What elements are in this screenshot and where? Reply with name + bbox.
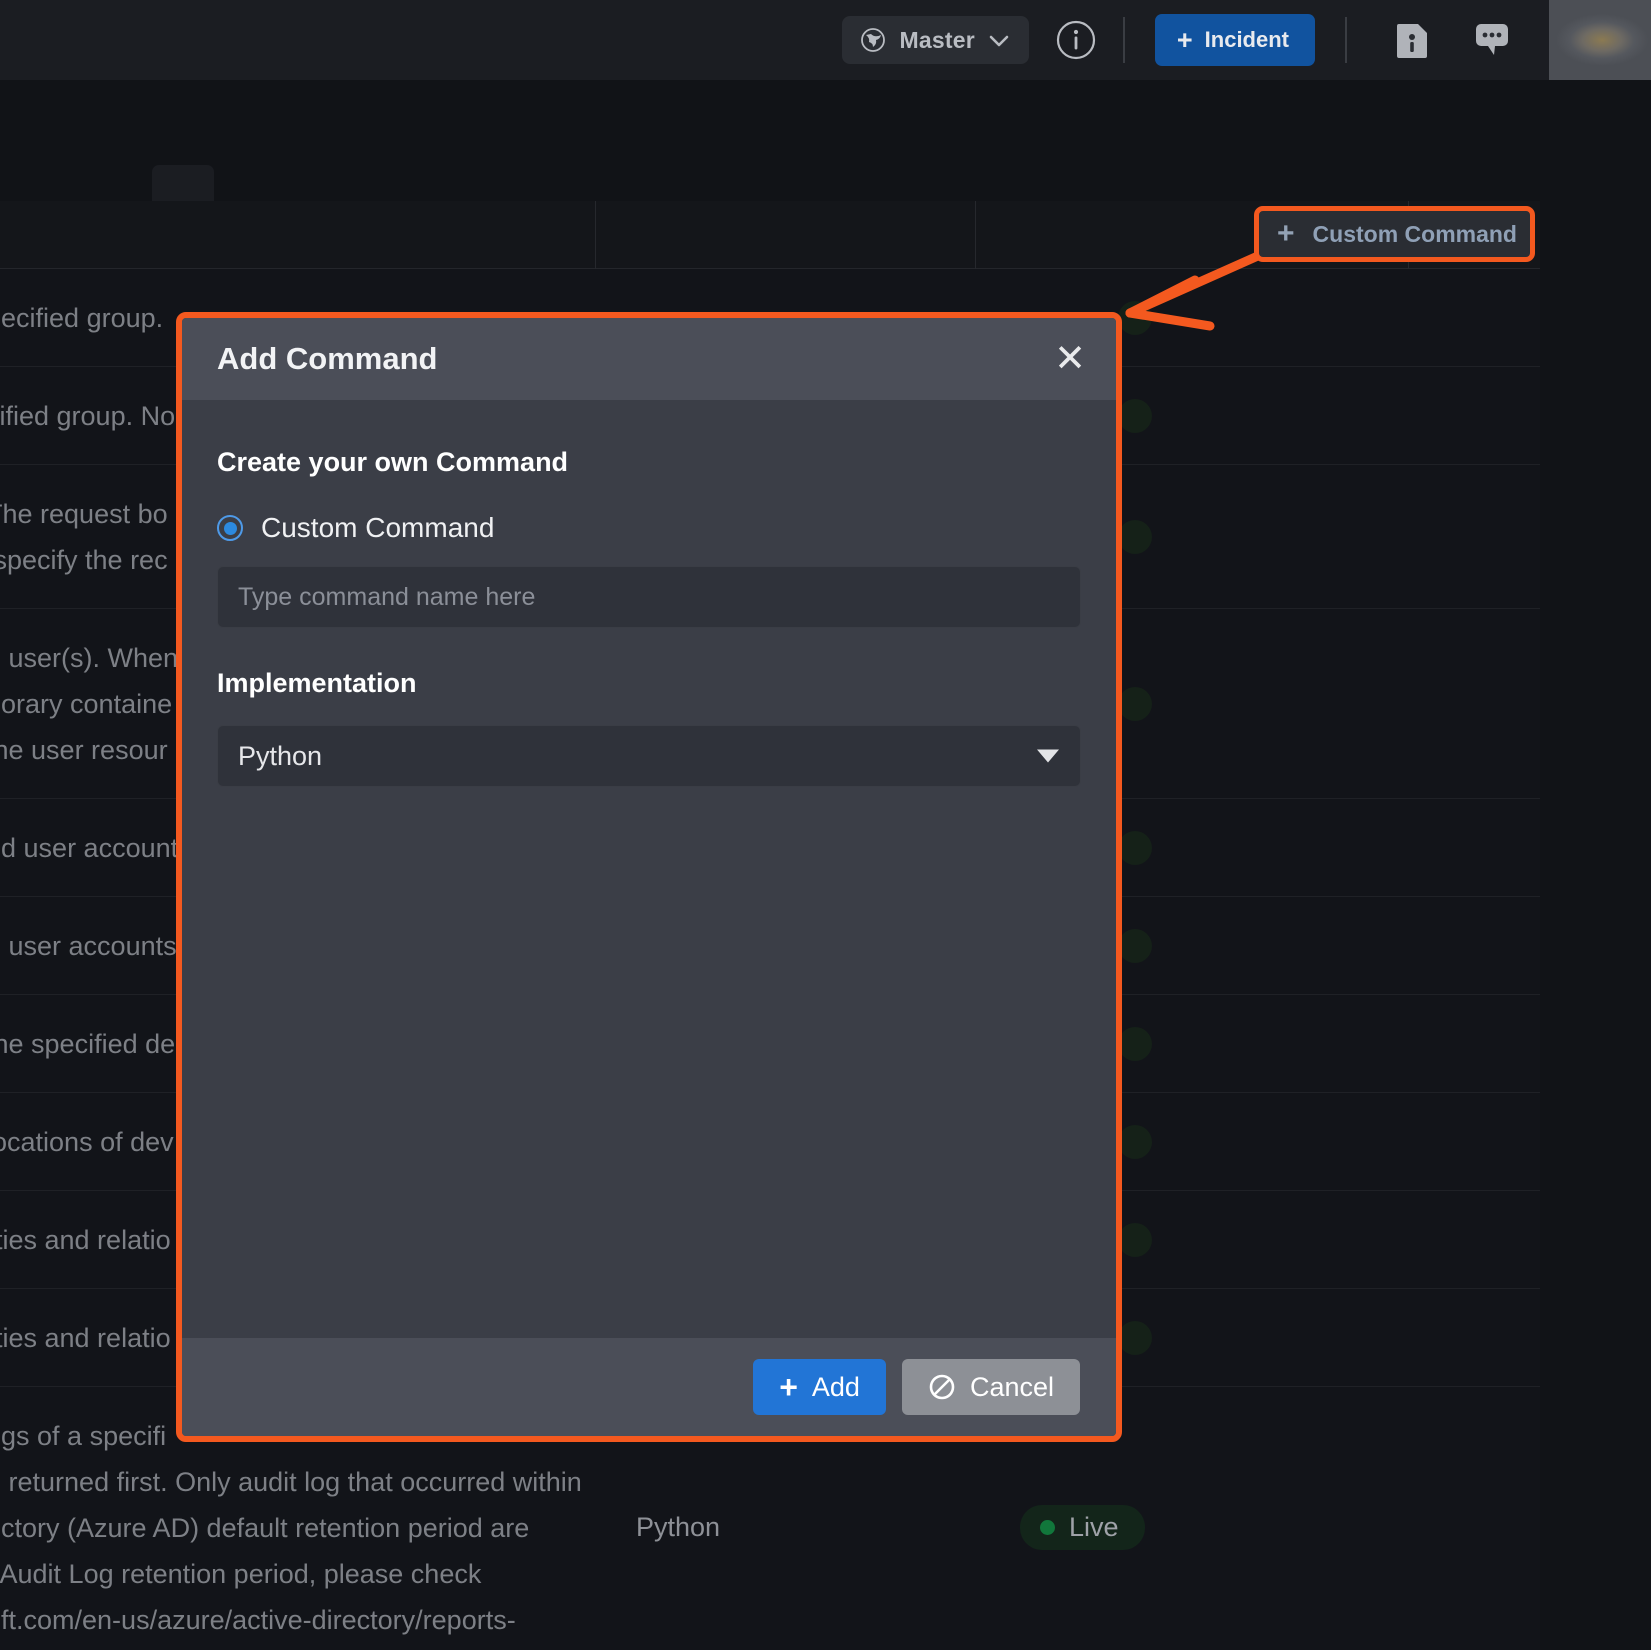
custom-command-radio-label: Custom Command	[261, 512, 494, 544]
toolbar-divider-2	[1345, 17, 1347, 63]
row-description: pecified group.	[0, 295, 163, 341]
panel-tab[interactable]	[152, 165, 214, 201]
plus-icon: +	[1277, 219, 1295, 249]
implementation-select-wrap: Python	[217, 725, 1081, 787]
add-incident-label: Incident	[1205, 27, 1289, 53]
globe-icon	[860, 27, 886, 53]
plus-icon: +	[779, 1371, 798, 1403]
custom-command-button[interactable]: + Custom Command	[1254, 206, 1535, 262]
implementation-select[interactable]: Python	[217, 725, 1081, 787]
app-root: Master + Incident	[0, 0, 1651, 1650]
add-button[interactable]: + Add	[753, 1359, 886, 1415]
status-dot-icon	[1118, 1321, 1152, 1355]
custom-command-radio-row[interactable]: Custom Command	[217, 512, 1081, 544]
command-name-input[interactable]	[217, 566, 1081, 628]
status-dot-icon	[1040, 1520, 1055, 1535]
status-dot-icon	[1118, 520, 1152, 554]
row-description: d user accounts	[0, 923, 177, 969]
annotation-arrow	[1100, 250, 1570, 380]
status-dot-icon	[1118, 399, 1152, 433]
row-description: locations of dev	[0, 1119, 174, 1165]
row-description: The request bo specify the rec	[0, 491, 168, 583]
status-dot-icon	[1118, 1223, 1152, 1257]
dialog-header: Add Command ✕	[182, 318, 1116, 400]
custom-command-label: Custom Command	[1313, 221, 1517, 248]
status-dot-icon	[1118, 831, 1152, 865]
status-badge: Live	[1020, 1505, 1145, 1550]
dialog-body: Create your own Command Custom Command I…	[182, 400, 1116, 1338]
dialog-title: Add Command	[217, 341, 437, 377]
status-dot-icon	[1118, 929, 1152, 963]
chevron-down-icon	[989, 34, 1009, 46]
row-description: ed user account	[0, 825, 178, 871]
info-circle-icon[interactable]	[1055, 19, 1097, 61]
row-description: rties and relatio	[0, 1315, 171, 1361]
column-divider-2	[975, 201, 976, 269]
status-dot-icon	[1118, 1027, 1152, 1061]
row-description: cified group. No	[0, 393, 175, 439]
implementation-select-value: Python	[238, 741, 322, 772]
radio-selected-icon[interactable]	[217, 515, 243, 541]
add-incident-button[interactable]: + Incident	[1155, 14, 1315, 66]
add-button-label: Add	[812, 1372, 860, 1403]
environment-selector[interactable]: Master	[842, 16, 1029, 64]
implementation-label: Implementation	[217, 668, 1081, 699]
cancel-button[interactable]: Cancel	[902, 1359, 1080, 1415]
status-dot-icon	[1118, 1125, 1152, 1159]
environment-label: Master	[900, 27, 975, 54]
avatar[interactable]	[1549, 0, 1651, 80]
row-description: the specified de	[0, 1021, 175, 1067]
document-info-icon[interactable]	[1389, 17, 1435, 63]
chat-bubble-icon[interactable]	[1469, 17, 1515, 63]
status-dot-icon	[1118, 687, 1152, 721]
row-description: d user(s). When porary containe the user…	[0, 635, 178, 773]
cancel-button-label: Cancel	[970, 1372, 1054, 1403]
section-title: Create your own Command	[217, 447, 1081, 478]
top-bar: Master + Incident	[0, 0, 1651, 80]
add-command-dialog: Add Command ✕ Create your own Command Cu…	[176, 312, 1122, 1442]
no-entry-icon	[928, 1373, 956, 1401]
row-description: ogs of a specifi e returned first. Only …	[0, 1413, 582, 1643]
column-divider-1	[595, 201, 596, 269]
plus-icon: +	[1177, 27, 1193, 54]
row-implementation: Python	[636, 1512, 720, 1543]
status-label: Live	[1069, 1512, 1119, 1543]
row-description: rties and relatio	[0, 1217, 171, 1263]
dialog-footer: + Add Cancel	[182, 1338, 1116, 1436]
close-icon[interactable]: ✕	[1054, 340, 1086, 378]
toolbar-divider	[1123, 17, 1125, 63]
